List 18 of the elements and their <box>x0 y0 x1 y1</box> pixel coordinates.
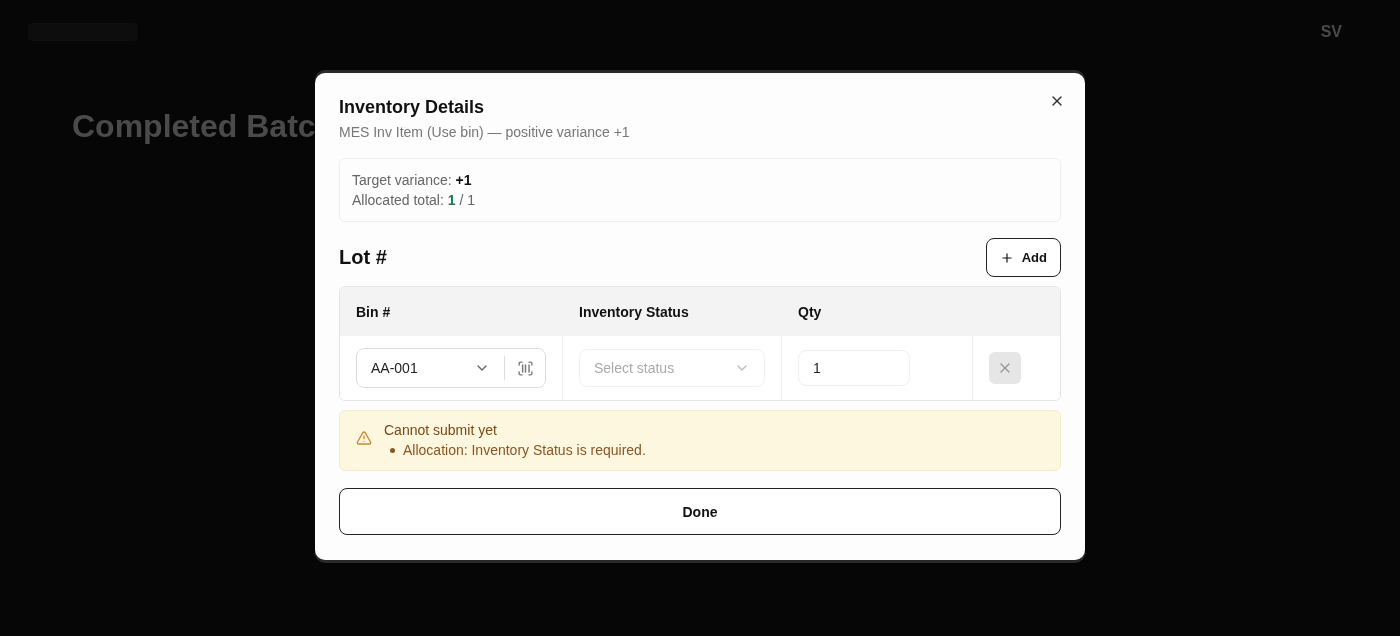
plus-icon <box>999 250 1014 265</box>
dialog-subtitle: MES Inv Item (Use bin) — positive variance +1 <box>339 124 631 140</box>
target-variance: Target variance: +1 <box>352 172 473 188</box>
column-header: Inventory Status <box>578 303 690 320</box>
dialog-title: Inventory Details <box>339 97 486 118</box>
done-button[interactable]: Done <box>339 488 1061 535</box>
warning-item: Allocation: Inventory Status is required. <box>403 442 646 458</box>
warning-icon <box>356 430 372 446</box>
qty-input[interactable]: 1 <box>798 350 910 386</box>
column-header: Qty <box>797 303 823 320</box>
section-title: Lot # <box>339 246 387 269</box>
warning-title: Cannot submit yet <box>384 422 498 438</box>
add-button[interactable]: Add <box>985 238 1061 277</box>
bullet-icon <box>390 447 395 453</box>
page-title: Completed Batc <box>72 108 316 145</box>
bin-select[interactable]: AA-001 <box>356 348 546 388</box>
column-header: Bin # <box>355 303 392 320</box>
allocated-total: Allocated total: 1 / 1 <box>352 192 476 208</box>
